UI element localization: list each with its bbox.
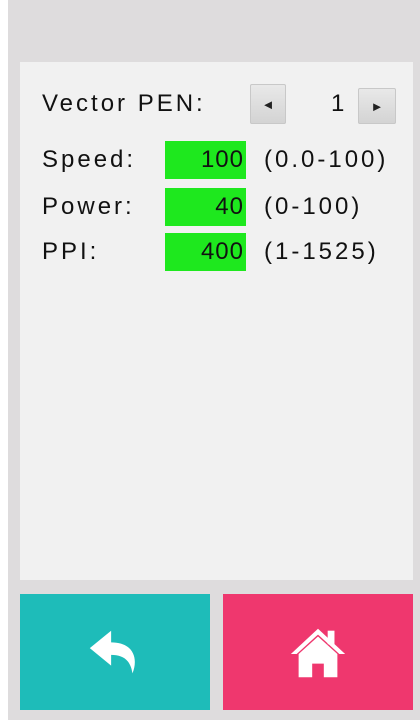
power-label: Power: xyxy=(42,193,135,220)
power-value-field[interactable]: 40 xyxy=(165,188,246,226)
power-row: Power: 40 (0-100) xyxy=(20,188,413,226)
speed-value-field[interactable]: 100 xyxy=(165,141,246,179)
power-range: (0-100) xyxy=(264,193,363,220)
pen-prev-button[interactable]: ◄ xyxy=(250,84,286,124)
speed-label: Speed: xyxy=(42,146,137,173)
vector-pen-row: Vector PEN: xyxy=(20,84,413,124)
back-arrow-icon xyxy=(89,630,135,674)
speed-range: (0.0-100) xyxy=(264,146,389,173)
triangle-right-icon: ► xyxy=(370,98,384,114)
home-button[interactable] xyxy=(223,594,413,710)
speed-row: Speed: 100 (0.0-100) xyxy=(20,141,413,179)
ppi-value-field[interactable]: 400 xyxy=(165,233,246,271)
vector-pen-label: Vector PEN: xyxy=(42,90,206,117)
screen: Vector PEN: ◄ 1 ► Speed: 100 (0.0-100) P… xyxy=(0,0,420,720)
ppi-row: PPI: 400 (1-1525) xyxy=(20,233,413,271)
pen-next-button[interactable]: ► xyxy=(358,88,396,124)
home-icon xyxy=(290,628,346,678)
ppi-label: PPI: xyxy=(42,238,100,265)
settings-panel: Vector PEN: ◄ 1 ► Speed: 100 (0.0-100) P… xyxy=(20,62,413,580)
back-button[interactable] xyxy=(20,594,210,710)
triangle-left-icon: ◄ xyxy=(261,96,275,112)
ppi-range: (1-1525) xyxy=(264,238,379,265)
pen-number: 1 xyxy=(331,90,345,117)
left-border xyxy=(0,0,8,720)
